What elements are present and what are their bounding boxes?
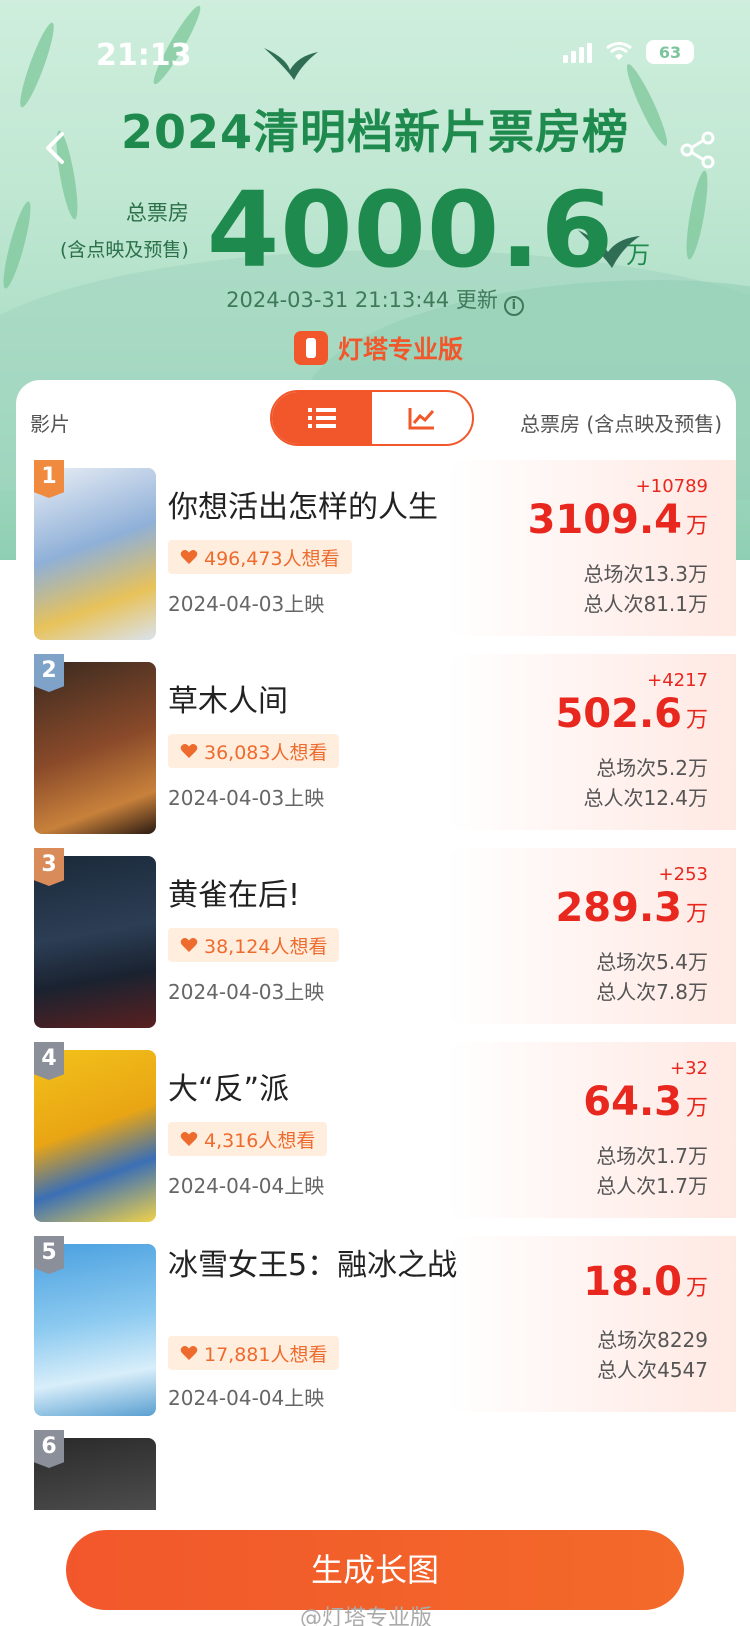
box-unit: 万 [685, 1276, 708, 1301]
total-shows: 总场次13.3万 [583, 562, 708, 586]
film-row[interactable]: 2 草木人间 36,083人想看 2024-04-03上映 +4217 502.… [16, 654, 736, 834]
info-icon[interactable]: i [503, 296, 524, 316]
film-box-office: 289.3 万 [555, 884, 708, 939]
rank-badge: 3 [34, 848, 64, 886]
box-value: 3109.4 [527, 497, 682, 543]
want-to-see-badge: 4,316人想看 [168, 1122, 328, 1156]
total-label: 总票房 (含点映及预售) [60, 197, 189, 262]
total-admissions: 总人次7.8万 [596, 980, 708, 1004]
rank-badge: 1 [34, 460, 64, 498]
want-to-see-badge: 17,881人想看 [168, 1336, 340, 1370]
film-box-office: 18.0 万 [583, 1258, 708, 1313]
film-title: 草木人间 [168, 684, 288, 719]
film-row[interactable]: 3 黄雀在后! 38,124人想看 2024-04-03上映 +253 289.… [16, 848, 736, 1028]
status-time: 21:13 [96, 38, 192, 73]
film-title: 冰雪女王5：融冰之战 [168, 1248, 458, 1283]
film-box-office: 64.3 万 [583, 1078, 708, 1133]
column-film-label: 影片 [30, 412, 70, 436]
brand-badge: 灯塔专业版 [294, 330, 463, 366]
film-title: 黄雀在后! [168, 878, 301, 913]
film-title: 大“反”派 [168, 1072, 290, 1107]
want-to-see-badge: 496,473人想看 [168, 540, 352, 574]
heart-icon [180, 938, 198, 952]
swallow-icon [264, 48, 318, 80]
status-icons: 63 [563, 40, 694, 64]
want-to-see-count: 17,881人想看 [204, 1343, 328, 1366]
total-admissions: 总人次12.4万 [583, 786, 708, 810]
box-increment: +253 [658, 864, 708, 885]
release-date: 2024-04-04上映 [168, 1386, 325, 1410]
total-box-office: 总票房 (含点映及预售) 4000.6 万 [60, 178, 650, 282]
total-admissions: 总人次81.1万 [583, 592, 708, 616]
release-date: 2024-04-03上映 [168, 592, 325, 616]
release-date: 2024-04-03上映 [168, 786, 325, 810]
want-to-see-badge: 38,124人想看 [168, 928, 340, 962]
film-row[interactable]: 5 冰雪女王5：融冰之战 17,881人想看 2024-04-04上映 18.0… [16, 1236, 736, 1416]
trend-chart-icon [408, 408, 435, 430]
ranking-panel: 影片 总票房 (含点映及预售) 1 你想活出怎样的人生 496,473人想看 2… [16, 380, 736, 1520]
rank-badge: 4 [34, 1042, 64, 1080]
battery-indicator: 63 [646, 40, 694, 64]
box-value: 289.3 [555, 885, 682, 931]
list-view-button[interactable] [272, 392, 372, 444]
heart-icon [180, 1346, 198, 1360]
rank-badge: 2 [34, 654, 64, 692]
willow-leaf-decoration [0, 199, 36, 291]
total-admissions: 总人次4547 [597, 1358, 708, 1382]
heart-icon [180, 550, 198, 564]
total-shows: 总场次8229 [597, 1328, 708, 1352]
box-unit: 万 [685, 514, 708, 539]
total-admissions: 总人次1.7万 [596, 1174, 708, 1198]
total-label-main: 总票房 [125, 201, 189, 225]
want-to-see-count: 4,316人想看 [204, 1129, 316, 1152]
brand-name: 灯塔专业版 [338, 335, 464, 364]
film-row[interactable]: 6 [16, 1430, 736, 1520]
rank-badge: 5 [34, 1236, 64, 1274]
box-value: 18.0 [583, 1259, 682, 1305]
page-title: 2024清明档新片票房榜 [120, 105, 630, 159]
heart-icon [180, 1132, 198, 1146]
total-value: 4000.6 [206, 169, 615, 291]
box-value: 64.3 [583, 1079, 682, 1125]
total-unit: 万 [626, 241, 651, 269]
box-increment: +10789 [635, 476, 708, 497]
box-unit: 万 [685, 1096, 708, 1121]
box-unit: 万 [685, 902, 708, 927]
box-increment: +32 [670, 1058, 708, 1079]
total-shows: 总场次5.4万 [596, 950, 708, 974]
bottom-bar: 生成长图 @灯塔专业版 [0, 1510, 750, 1626]
box-unit: 万 [685, 708, 708, 733]
list-icon [308, 408, 336, 428]
update-time: 2024-03-31 21:13:44 更新 i [0, 284, 750, 316]
heart-icon [180, 744, 198, 758]
release-date: 2024-04-04上映 [168, 1174, 325, 1198]
want-to-see-count: 36,083人想看 [204, 741, 328, 764]
film-row[interactable]: 4 大“反”派 4,316人想看 2024-04-04上映 +32 64.3 万 … [16, 1042, 736, 1222]
want-to-see-count: 38,124人想看 [204, 935, 328, 958]
rank-badge: 6 [34, 1430, 64, 1468]
total-shows: 总场次1.7万 [596, 1144, 708, 1168]
want-to-see-badge: 36,083人想看 [168, 734, 340, 768]
total-label-note: (含点映及预售) [60, 239, 189, 261]
film-box-office: 502.6 万 [555, 690, 708, 745]
trend-view-button[interactable] [372, 392, 472, 444]
update-time-text: 2024-03-31 21:13:44 更新 [226, 288, 498, 312]
film-row[interactable]: 1 你想活出怎样的人生 496,473人想看 2024-04-03上映 +107… [16, 460, 736, 640]
ranking-header: 影片 总票房 (含点映及预售) [16, 380, 736, 460]
release-date: 2024-04-03上映 [168, 980, 325, 1004]
generate-long-image-button[interactable]: 生成长图 [66, 1530, 684, 1610]
wifi-icon [606, 42, 632, 60]
film-title: 你想活出怎样的人生 [168, 490, 438, 525]
box-increment: +4217 [647, 670, 708, 691]
column-box-office-label: 总票房 (含点映及预售) [520, 412, 722, 436]
view-toggle [270, 390, 474, 446]
willow-leaf-decoration [682, 169, 712, 261]
dengta-logo-icon [294, 331, 328, 365]
cellular-signal-icon [563, 41, 592, 63]
box-value: 502.6 [555, 691, 682, 737]
film-box-office: 3109.4 万 [528, 496, 708, 551]
total-shows: 总场次5.2万 [596, 756, 708, 780]
want-to-see-count: 496,473人想看 [204, 547, 340, 570]
weibo-watermark: @灯塔专业版 [300, 1606, 433, 1626]
